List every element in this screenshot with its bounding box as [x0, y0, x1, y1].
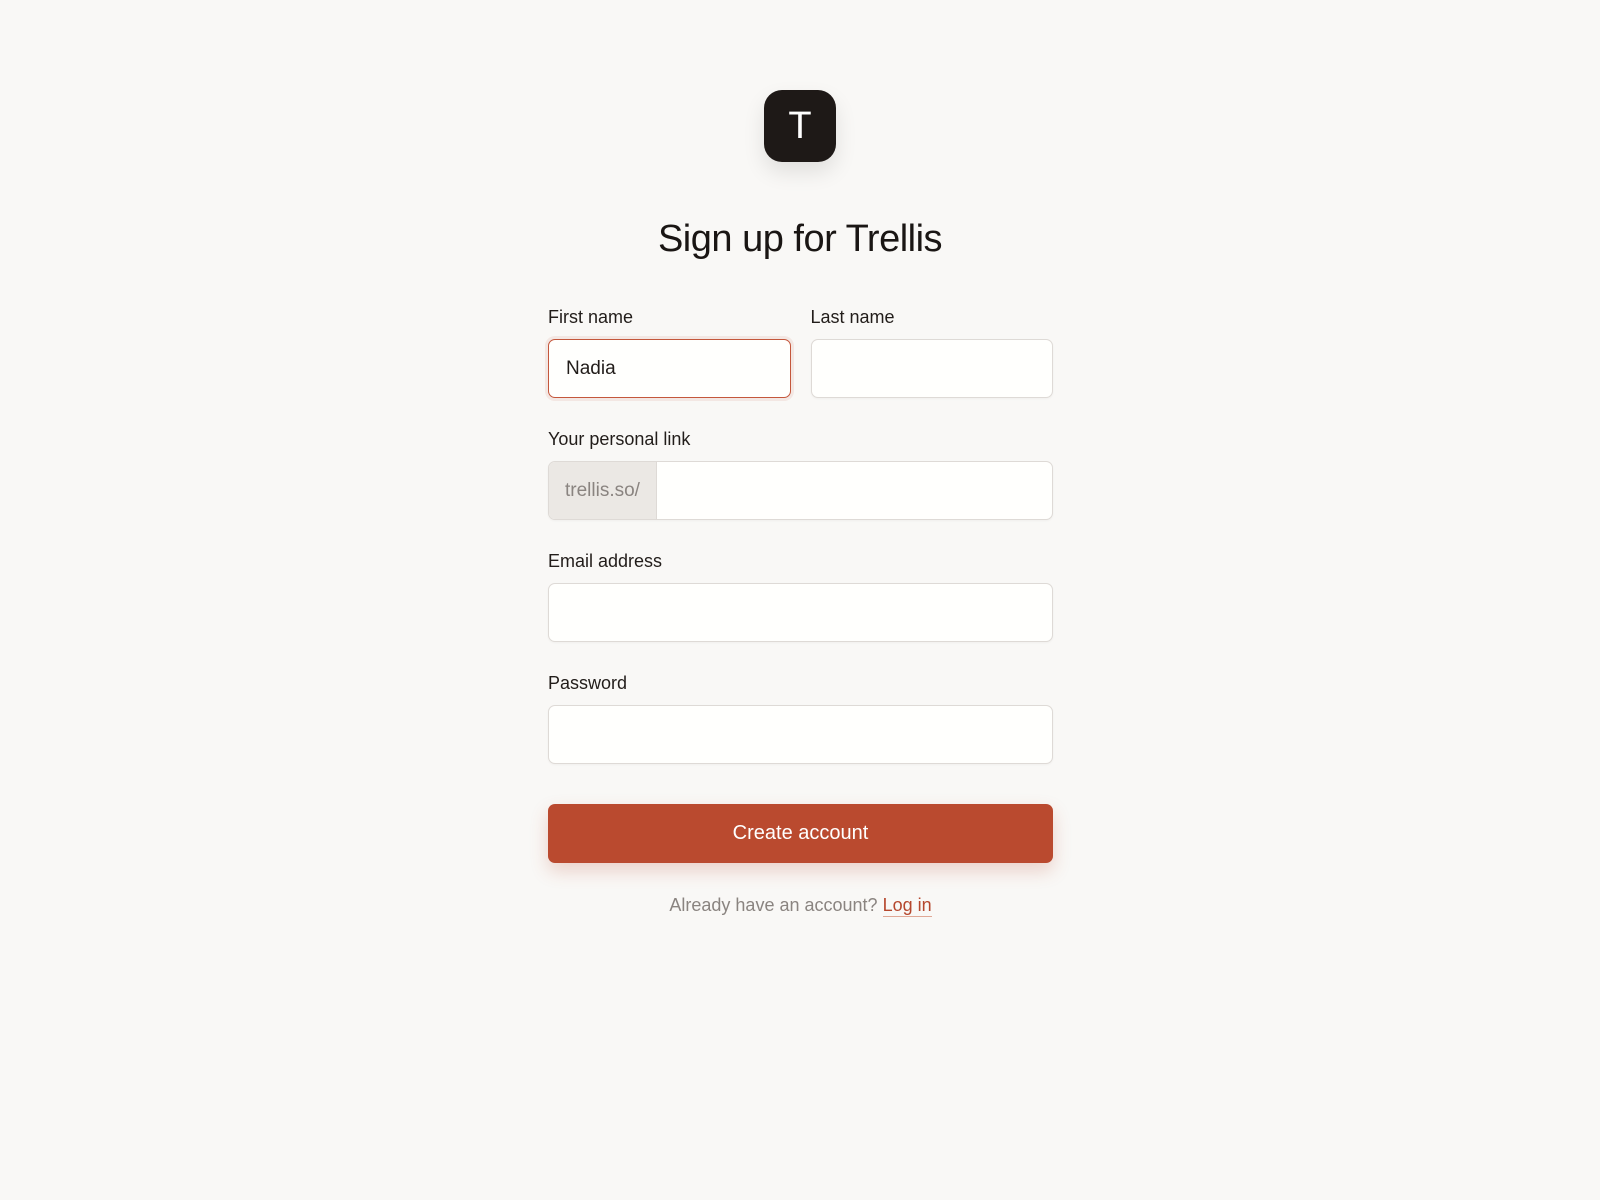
logo-letter: T: [788, 104, 812, 147]
signup-form: First name Last name Your personal link …: [548, 306, 1053, 917]
personal-link-label: Your personal link: [548, 429, 691, 449]
first-name-field: First name: [548, 306, 791, 398]
first-name-label: First name: [548, 307, 634, 327]
login-prompt-text: Already have an account?: [669, 895, 878, 915]
password-label: Password: [548, 673, 628, 693]
personal-link-field: Your personal link trellis.so/: [548, 428, 1053, 520]
last-name-input[interactable]: [810, 339, 1053, 398]
last-name-label: Last name: [810, 307, 895, 327]
email-input[interactable]: [548, 583, 1053, 642]
last-name-field: Last name: [810, 306, 1053, 398]
link-prefix: trellis.so/: [549, 462, 657, 519]
password-input[interactable]: [548, 705, 1053, 764]
personal-link-group: trellis.so/: [548, 461, 1053, 520]
name-row: First name Last name: [548, 306, 1053, 398]
login-prompt: Already have an account? Log in: [548, 895, 1053, 917]
email-field: Email address: [548, 550, 1053, 642]
password-field: Password: [548, 672, 1053, 764]
personal-link-input[interactable]: [656, 462, 1052, 519]
app-logo: T: [764, 90, 836, 162]
page-title: Sign up for Trellis: [657, 218, 943, 260]
first-name-input[interactable]: [548, 339, 791, 398]
login-link[interactable]: Log in: [882, 895, 932, 917]
email-label: Email address: [548, 551, 663, 571]
create-account-button[interactable]: Create account: [548, 804, 1053, 863]
